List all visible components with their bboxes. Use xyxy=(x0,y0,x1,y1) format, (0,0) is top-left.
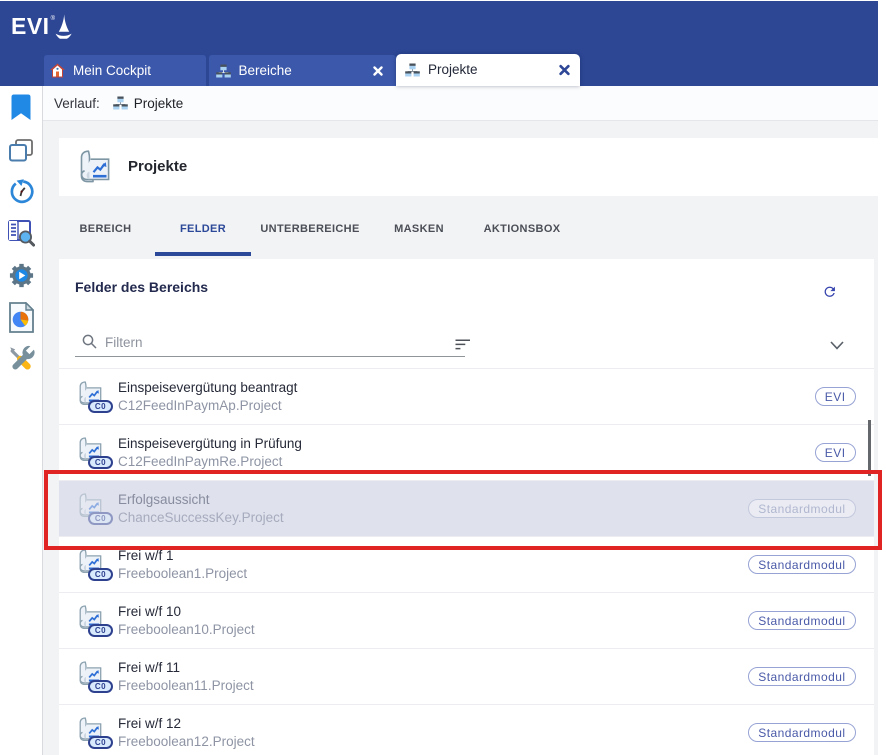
history-item-projekte[interactable]: Projekte xyxy=(113,96,184,111)
home-icon xyxy=(50,63,65,78)
tab-masken[interactable]: MASKEN xyxy=(369,196,469,256)
close-tab-icon[interactable] xyxy=(373,66,383,76)
tab-bereich[interactable]: BEREICH xyxy=(59,196,152,256)
field-title: Frei w/f 10 xyxy=(118,603,255,621)
module-badge: Standardmodul xyxy=(748,611,855,630)
active-tab-underline xyxy=(155,252,251,256)
field-title: Frei w/f 1 xyxy=(118,547,247,565)
search-icon xyxy=(82,334,97,354)
list-item[interactable]: C0 Einspeisevergütung beantragt C12FeedI… xyxy=(59,368,874,424)
module-level-badge: C0 xyxy=(88,512,113,525)
tab-bereiche[interactable]: Bereiche xyxy=(209,55,396,86)
tab-label: Mein Cockpit xyxy=(73,63,151,78)
field-key: Freeboolean12.Project xyxy=(118,733,255,751)
list-item[interactable]: C0 Frei w/f 12 Freeboolean12.Project Sta… xyxy=(59,704,874,755)
top-bar: EVI ® Mein Cockpit xyxy=(0,1,878,86)
refresh-icon[interactable] xyxy=(822,284,838,300)
process-gear-icon[interactable] xyxy=(0,262,42,289)
list-scrollbar-thumb[interactable] xyxy=(868,420,871,476)
list-item[interactable]: C0 Frei w/f 10 Freeboolean10.Project Sta… xyxy=(59,592,874,648)
field-icon: C0 xyxy=(76,492,114,525)
tab-strip: Mein Cockpit Bereiche xyxy=(44,54,580,87)
tab-felder[interactable]: FELDER xyxy=(155,196,251,256)
field-title: Frei w/f 12 xyxy=(118,715,255,733)
org-chart-icon xyxy=(216,64,231,78)
copy-windows-icon[interactable] xyxy=(0,139,42,162)
tools-icon[interactable] xyxy=(0,345,42,372)
field-title: Erfolgsaussicht xyxy=(118,491,284,509)
history-label: Verlauf: xyxy=(54,96,100,111)
page-header: Projekte xyxy=(59,138,878,197)
module-badge: Standardmodul xyxy=(748,555,855,574)
fields-list: C0 Einspeisevergütung beantragt C12FeedI… xyxy=(59,368,874,755)
module-level-badge: C0 xyxy=(88,456,113,469)
history-icon[interactable] xyxy=(0,179,42,204)
org-chart-icon xyxy=(113,96,128,110)
report-document-icon[interactable] xyxy=(0,302,42,333)
bookmark-icon[interactable] xyxy=(0,94,42,121)
brand-logo: EVI ® xyxy=(11,13,72,45)
sailboat-icon xyxy=(55,14,72,45)
list-item[interactable]: C0 Frei w/f 11 Freeboolean11.Project Sta… xyxy=(59,648,874,704)
history-item-label: Projekte xyxy=(134,96,184,111)
field-icon: C0 xyxy=(76,436,114,469)
field-icon: C0 xyxy=(76,660,114,693)
module-badge: Standardmodul xyxy=(748,723,855,742)
sort-icon[interactable] xyxy=(455,337,471,355)
list-item[interactable]: C0 Erfolgsaussicht ChanceSuccessKey.Proj… xyxy=(59,480,874,536)
tab-aktionsbox[interactable]: AKTIONSBOX xyxy=(472,196,572,256)
chevron-down-icon[interactable] xyxy=(830,337,844,355)
module-level-badge: C0 xyxy=(88,568,113,581)
history-bar: Verlauf: Projekte xyxy=(43,86,878,121)
filter-input[interactable]: Filtern xyxy=(105,335,143,350)
report-search-icon[interactable] xyxy=(0,220,42,247)
module-badge: Standardmodul xyxy=(748,499,855,518)
field-key: Freeboolean1.Project xyxy=(118,565,247,583)
window-scrollbar-track[interactable] xyxy=(878,1,886,755)
content-area: Verlauf: Projekte xyxy=(43,86,878,755)
brand-name: EVI xyxy=(11,13,50,39)
section-tabs: BEREICH FELDER UNTERBEREICHE MASKEN AKTI… xyxy=(59,196,575,256)
list-item[interactable]: C0 Frei w/f 1 Freeboolean1.Project Stand… xyxy=(59,536,874,592)
field-title: Frei w/f 11 xyxy=(118,659,254,677)
tab-label: Bereiche xyxy=(239,63,292,78)
field-icon: C0 xyxy=(76,548,114,581)
app-window: EVI ® Mein Cockpit xyxy=(0,0,886,755)
field-key: Freeboolean11.Project xyxy=(118,677,254,695)
module-level-badge: C0 xyxy=(88,680,113,693)
field-icon: C0 xyxy=(76,604,114,637)
field-icon: C0 xyxy=(76,716,114,749)
module-badge: Standardmodul xyxy=(748,667,855,686)
module-badge: EVI xyxy=(815,387,856,406)
filter-input-underline xyxy=(75,356,465,357)
module-level-badge: C0 xyxy=(88,624,113,637)
left-toolbar xyxy=(0,86,43,755)
tab-label: Projekte xyxy=(428,62,478,77)
field-key: C12FeedInPaymRe.Project xyxy=(118,453,302,471)
page-title: Projekte xyxy=(128,158,187,175)
close-tab-icon[interactable] xyxy=(559,64,570,75)
field-title: Einspeisevergütung beantragt xyxy=(118,379,297,397)
tab-unterbereiche[interactable]: UNTERBEREICHE xyxy=(254,196,366,256)
field-key: C12FeedInPaymAp.Project xyxy=(118,397,297,415)
tab-mein-cockpit[interactable]: Mein Cockpit xyxy=(44,55,206,86)
list-item[interactable]: C0 Einspeisevergütung in Prüfung C12Feed… xyxy=(59,424,874,480)
panel-title: Felder des Bereichs xyxy=(75,279,208,295)
module-level-badge: C0 xyxy=(88,400,113,413)
field-icon: C0 xyxy=(76,380,114,413)
module-badge: EVI xyxy=(815,443,856,462)
field-title: Einspeisevergütung in Prüfung xyxy=(118,435,302,453)
module-level-badge: C0 xyxy=(88,736,113,749)
fields-panel: Felder des Bereichs Filtern xyxy=(59,259,874,755)
field-key: Freeboolean10.Project xyxy=(118,621,255,639)
field-key: ChanceSuccessKey.Project xyxy=(118,509,284,527)
project-scroll-icon xyxy=(76,150,110,183)
org-chart-icon xyxy=(405,63,420,77)
tab-projekte[interactable]: Projekte xyxy=(396,54,580,87)
